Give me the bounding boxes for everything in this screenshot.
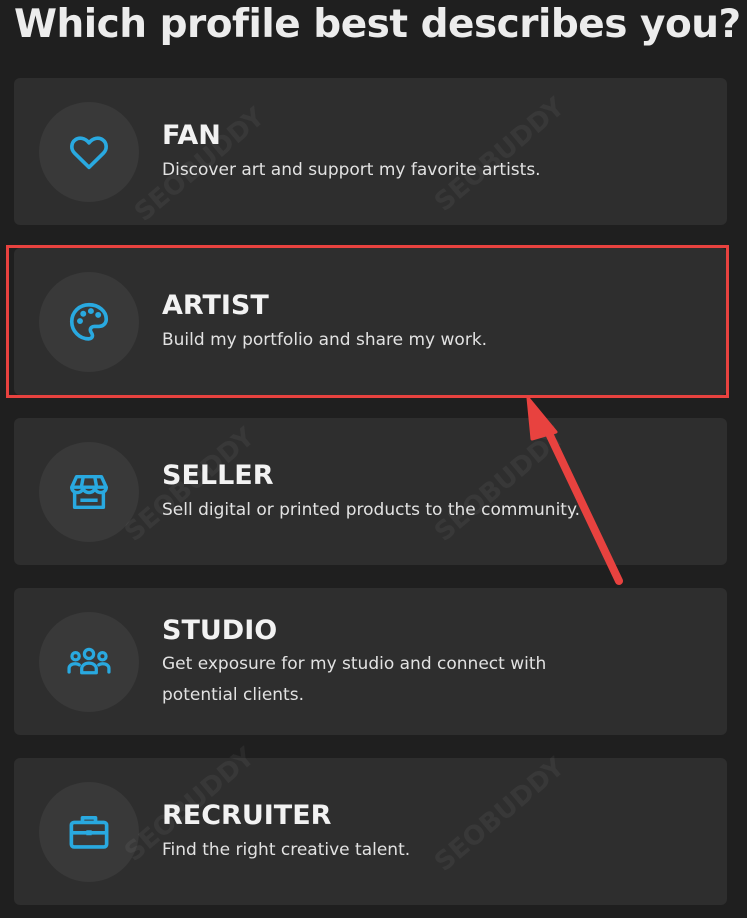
- heart-icon: [39, 102, 139, 202]
- profile-desc-studio: Get exposure for my studio and connect w…: [162, 654, 547, 705]
- profile-desc-seller: Sell digital or printed products to the …: [162, 500, 580, 520]
- palette-icon: [39, 272, 139, 372]
- profile-card-seller[interactable]: SELLER Sell digital or printed products …: [14, 418, 727, 565]
- team-icon: [39, 612, 139, 712]
- profile-card-fan[interactable]: FAN Discover art and support my favorite…: [14, 78, 727, 225]
- briefcase-icon: [39, 782, 139, 882]
- profile-card-studio[interactable]: STUDIO Get exposure for my studio and co…: [14, 588, 727, 735]
- profile-card-recruiter[interactable]: RECRUITER Find the right creative talent…: [14, 758, 727, 905]
- profile-title-seller: SELLER: [162, 460, 274, 491]
- page-title: Which profile best describes you?: [14, 2, 741, 47]
- profile-desc-fan: Discover art and support my favorite art…: [162, 160, 541, 180]
- profile-title-recruiter: RECRUITER: [162, 800, 332, 831]
- profile-title-fan: FAN: [162, 120, 221, 151]
- profile-desc-artist: Build my portfolio and share my work.: [162, 330, 488, 350]
- profile-desc-recruiter: Find the right creative talent.: [162, 840, 411, 860]
- profile-card-artist[interactable]: ARTIST Build my portfolio and share my w…: [14, 248, 727, 395]
- profile-title-artist: ARTIST: [162, 290, 269, 321]
- profile-title-studio: STUDIO: [162, 615, 278, 646]
- store-icon: [39, 442, 139, 542]
